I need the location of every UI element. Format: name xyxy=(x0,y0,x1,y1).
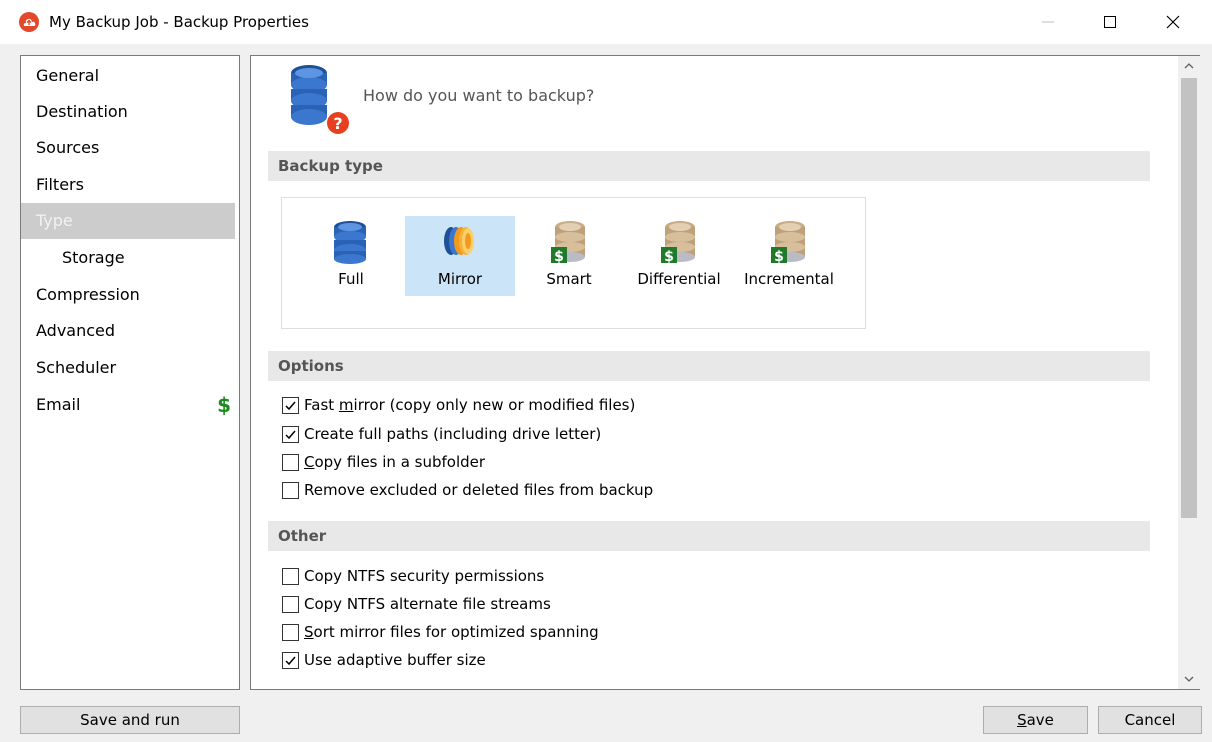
sidebar-item-filters[interactable]: Filters xyxy=(21,167,235,203)
save-button[interactable]: Save xyxy=(983,706,1088,734)
vertical-scrollbar[interactable] xyxy=(1178,56,1200,689)
database-dollar-icon: $ xyxy=(551,221,585,265)
backup-type-smart[interactable]: $ Smart xyxy=(514,216,624,296)
section-backup-type: Backup type xyxy=(268,151,1150,181)
checkbox[interactable] xyxy=(282,623,299,641)
sidebar-item-scheduler[interactable]: Scheduler xyxy=(21,350,235,386)
sidebar-item-general[interactable]: General xyxy=(21,58,235,94)
option-ntfs-permissions[interactable]: Copy NTFS security permissions xyxy=(282,564,544,588)
backup-type-label: Differential xyxy=(637,270,721,288)
option-copy-subfolder[interactable]: Copy files in a subfolder xyxy=(282,450,485,474)
close-button[interactable] xyxy=(1150,0,1196,44)
backup-type-mirror[interactable]: Mirror xyxy=(405,216,515,296)
dollar-icon: $ xyxy=(217,393,231,417)
option-label: Remove excluded or deleted files from ba… xyxy=(304,481,654,499)
option-label: Create full paths (including drive lette… xyxy=(304,425,602,443)
checkbox[interactable] xyxy=(282,396,299,414)
checkbox[interactable] xyxy=(282,567,299,585)
option-label: Fast mirror (copy only new or modified f… xyxy=(304,396,636,414)
scroll-down-icon[interactable] xyxy=(1178,669,1200,689)
checkmark-icon xyxy=(285,401,296,410)
sidebar-item-type[interactable]: Type xyxy=(21,203,235,239)
sidebar-nav: General Destination Sources Filters Type… xyxy=(20,55,240,690)
cancel-button[interactable]: Cancel xyxy=(1098,706,1202,734)
backup-type-label: Mirror xyxy=(437,270,483,288)
window-title: My Backup Job - Backup Properties xyxy=(49,13,309,31)
sidebar-item-label: Email xyxy=(36,395,81,414)
sidebar-item-destination[interactable]: Destination xyxy=(21,94,235,130)
option-remove-excluded[interactable]: Remove excluded or deleted files from ba… xyxy=(282,478,653,502)
svg-text:$: $ xyxy=(664,249,674,265)
checkmark-icon xyxy=(285,430,296,439)
checkbox[interactable] xyxy=(282,425,299,443)
option-ntfs-streams[interactable]: Copy NTFS alternate file streams xyxy=(282,592,551,616)
section-other: Other xyxy=(268,521,1150,551)
svg-text:$: $ xyxy=(774,249,784,265)
backup-type-label: Incremental xyxy=(744,270,834,288)
checkbox[interactable] xyxy=(282,651,299,669)
backup-type-label: Full xyxy=(338,270,364,288)
svg-text:?: ? xyxy=(333,114,342,133)
sidebar-item-storage[interactable]: Storage xyxy=(21,240,235,276)
checkbox[interactable] xyxy=(282,453,299,471)
type-settings-panel: ? How do you want to backup? Backup type… xyxy=(250,55,1200,690)
backup-type-label: Smart xyxy=(546,270,592,288)
checkbox[interactable] xyxy=(282,481,299,499)
mirror-disks-icon xyxy=(444,227,474,255)
checkbox[interactable] xyxy=(282,595,299,613)
database-question-icon: ? xyxy=(291,65,349,134)
checkmark-icon xyxy=(285,656,296,665)
option-label: Use adaptive buffer size xyxy=(304,651,486,669)
sidebar-item-sources[interactable]: Sources xyxy=(21,130,235,166)
svg-text:$: $ xyxy=(554,249,564,265)
option-adaptive-buffer[interactable]: Use adaptive buffer size xyxy=(282,648,486,672)
option-label: Copy NTFS security permissions xyxy=(304,567,545,585)
scroll-thumb[interactable] xyxy=(1181,78,1197,518)
option-label: Copy NTFS alternate file streams xyxy=(304,595,551,613)
maximize-button[interactable] xyxy=(1087,0,1133,44)
backup-type-selector: Full Mirror $ Smart $ Differential $ Inc… xyxy=(281,197,866,329)
backup-type-full[interactable]: Full xyxy=(296,216,406,296)
option-fast-mirror[interactable]: Fast mirror (copy only new or modified f… xyxy=(282,393,635,417)
minimize-button[interactable] xyxy=(1025,0,1071,44)
option-create-full-paths[interactable]: Create full paths (including drive lette… xyxy=(282,422,601,446)
title-bar: My Backup Job - Backup Properties xyxy=(0,0,1212,44)
option-label: Sort mirror files for optimized spanning xyxy=(304,623,599,641)
section-options: Options xyxy=(268,351,1150,381)
sidebar-item-email[interactable]: Email $ xyxy=(21,387,235,423)
database-dollar-icon: $ xyxy=(771,221,805,265)
sidebar-item-advanced[interactable]: Advanced xyxy=(21,313,235,349)
backup-type-differential[interactable]: $ Differential xyxy=(624,216,734,296)
database-blue-icon xyxy=(334,221,366,264)
scroll-up-icon[interactable] xyxy=(1178,56,1200,76)
backup-type-incremental[interactable]: $ Incremental xyxy=(734,216,844,296)
sidebar-item-compression[interactable]: Compression xyxy=(21,277,235,313)
database-dollar-icon: $ xyxy=(661,221,695,265)
page-question: How do you want to backup? xyxy=(363,86,595,105)
save-and-run-button[interactable]: Save and run xyxy=(20,706,240,734)
option-sort-mirror[interactable]: Sort mirror files for optimized spanning xyxy=(282,620,599,644)
option-label: Copy files in a subfolder xyxy=(304,453,486,471)
app-logo-icon xyxy=(19,12,39,32)
